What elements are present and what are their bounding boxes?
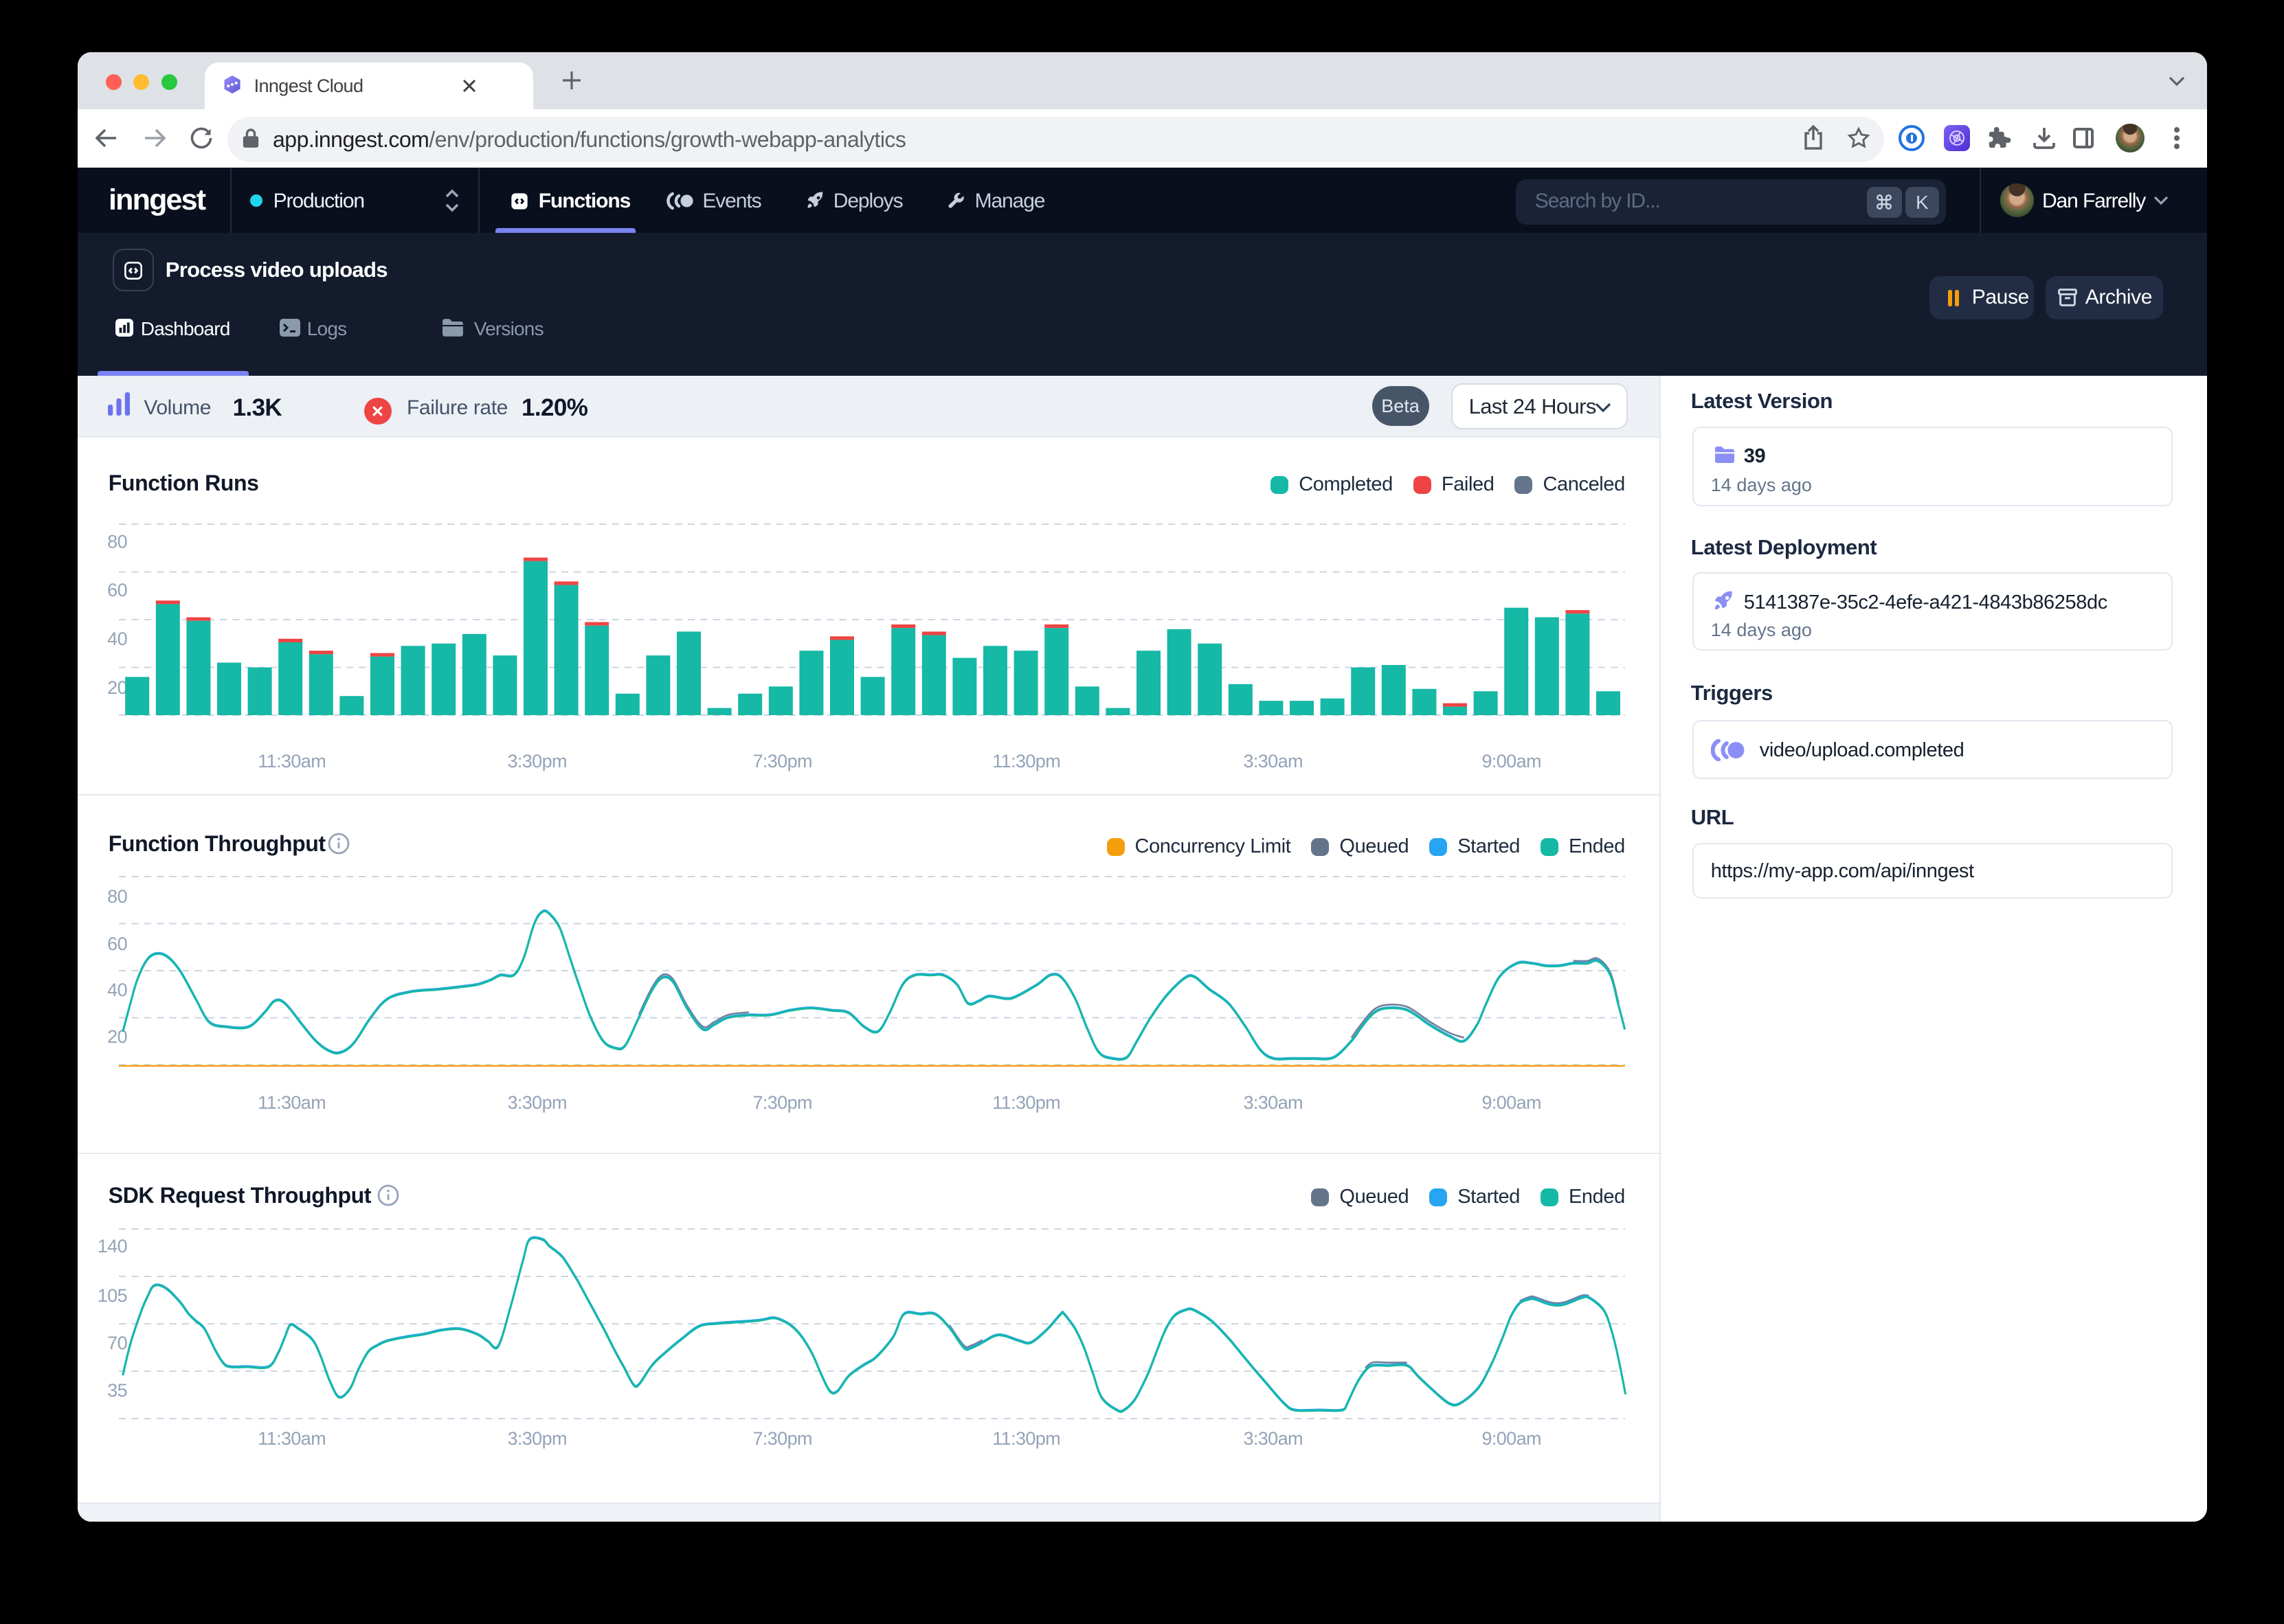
svg-text:40: 40 [107, 980, 127, 1000]
svg-text:11:30am: 11:30am [258, 751, 326, 771]
svg-text:80: 80 [107, 532, 127, 552]
svg-text:105: 105 [98, 1285, 127, 1306]
svg-text:7:30pm: 7:30pm [753, 751, 812, 771]
svg-text:40: 40 [107, 629, 127, 649]
svg-text:60: 60 [107, 580, 127, 600]
svg-text:3:30am: 3:30am [1244, 751, 1303, 771]
svg-text:7:30pm: 7:30pm [753, 1092, 812, 1113]
svg-text:35: 35 [107, 1380, 127, 1401]
svg-text:3:30am: 3:30am [1244, 1428, 1303, 1449]
svg-text:9:00am: 9:00am [1482, 751, 1541, 771]
svg-text:80: 80 [107, 886, 127, 907]
svg-text:7:30pm: 7:30pm [753, 1428, 812, 1449]
svg-text:11:30pm: 11:30pm [992, 1092, 1060, 1113]
svg-text:60: 60 [107, 934, 127, 954]
svg-text:3:30am: 3:30am [1244, 1092, 1303, 1113]
svg-text:11:30pm: 11:30pm [992, 751, 1060, 771]
svg-text:9:00am: 9:00am [1482, 1092, 1541, 1113]
svg-text:11:30am: 11:30am [258, 1092, 326, 1113]
svg-text:11:30pm: 11:30pm [992, 1428, 1060, 1449]
svg-text:11:30am: 11:30am [258, 1428, 326, 1449]
svg-text:70: 70 [107, 1333, 127, 1353]
svg-text:3:30pm: 3:30pm [508, 1428, 567, 1449]
svg-text:3:30pm: 3:30pm [508, 1092, 567, 1113]
svg-text:3:30pm: 3:30pm [508, 751, 567, 771]
svg-text:140: 140 [98, 1236, 127, 1256]
svg-text:9:00am: 9:00am [1482, 1428, 1541, 1449]
svg-text:20: 20 [107, 677, 127, 698]
